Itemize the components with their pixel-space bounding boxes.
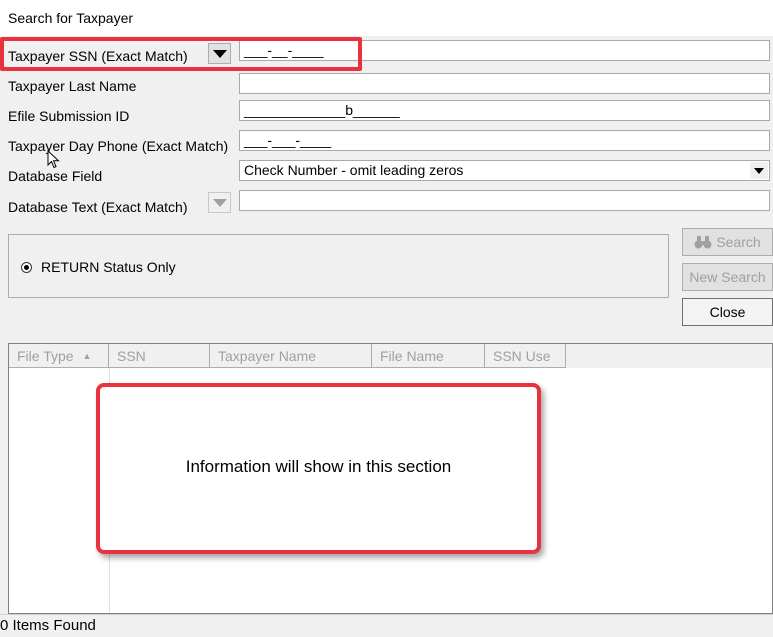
chevron-down-icon	[212, 198, 227, 207]
callout-text: Information will show in this section	[185, 456, 452, 476]
info-callout: Information will show in this section	[96, 383, 541, 554]
mouse-cursor-icon	[47, 150, 60, 169]
search-button[interactable]: Search	[682, 228, 773, 256]
close-button-label: Close	[709, 304, 746, 320]
highlight-box	[0, 37, 362, 71]
column-label: SSN	[117, 347, 146, 364]
items-found-text: 0 Items Found	[0, 617, 96, 634]
database-text-dropdown-button[interactable]	[208, 192, 231, 213]
last-name-label: Taxpayer Last Name	[8, 78, 137, 94]
column-header-ssn-use[interactable]: SSN Use	[485, 344, 566, 368]
database-text-label: Database Text (Exact Match)	[8, 199, 188, 215]
database-field-label: Database Field	[8, 168, 103, 184]
radio-selected-dot	[24, 265, 29, 270]
efile-label: Efile Submission ID	[8, 108, 130, 124]
database-field-select[interactable]: Check Number - omit leading zeros	[239, 160, 770, 181]
column-label: Taxpayer Name	[218, 347, 317, 364]
chevron-down-icon	[754, 167, 764, 174]
return-status-radio[interactable]	[21, 262, 32, 273]
grid-header: File Type ▲ SSN Taxpayer Name File Name …	[9, 344, 566, 368]
search-button-label: Search	[716, 234, 761, 250]
efile-submission-input[interactable]: _____________b______	[239, 100, 770, 121]
status-bar: 0 Items Found	[0, 614, 773, 637]
window-title: Search for Taxpayer	[8, 10, 134, 26]
column-header-ssn[interactable]: SSN	[109, 344, 210, 368]
phone-label: Taxpayer Day Phone (Exact Match)	[8, 138, 229, 154]
column-label: File Name	[380, 347, 444, 364]
sort-ascending-icon: ▲	[82, 350, 92, 361]
close-button[interactable]: Close	[682, 298, 773, 326]
new-search-button[interactable]: New Search	[682, 263, 773, 291]
title-bar: Search for Taxpayer	[0, 0, 773, 36]
return-status-label[interactable]: RETURN Status Only	[41, 259, 176, 275]
database-field-value: Check Number - omit leading zeros	[244, 162, 464, 178]
last-name-input[interactable]	[239, 73, 770, 94]
database-text-input[interactable]	[239, 190, 770, 211]
status-filter-group: RETURN Status Only	[8, 234, 669, 298]
column-header-taxpayer-name[interactable]: Taxpayer Name	[210, 344, 372, 368]
new-search-button-label: New Search	[689, 269, 766, 285]
column-label: File Type	[17, 347, 74, 364]
binoculars-icon	[694, 235, 712, 248]
column-header-file-type[interactable]: File Type ▲	[9, 344, 109, 368]
day-phone-input[interactable]: ___-___-____	[239, 130, 770, 151]
database-field-dropdown-button[interactable]	[750, 162, 768, 179]
column-label: SSN Use	[493, 347, 551, 364]
column-header-file-name[interactable]: File Name	[372, 344, 485, 368]
grid-row-area-left	[9, 368, 110, 613]
